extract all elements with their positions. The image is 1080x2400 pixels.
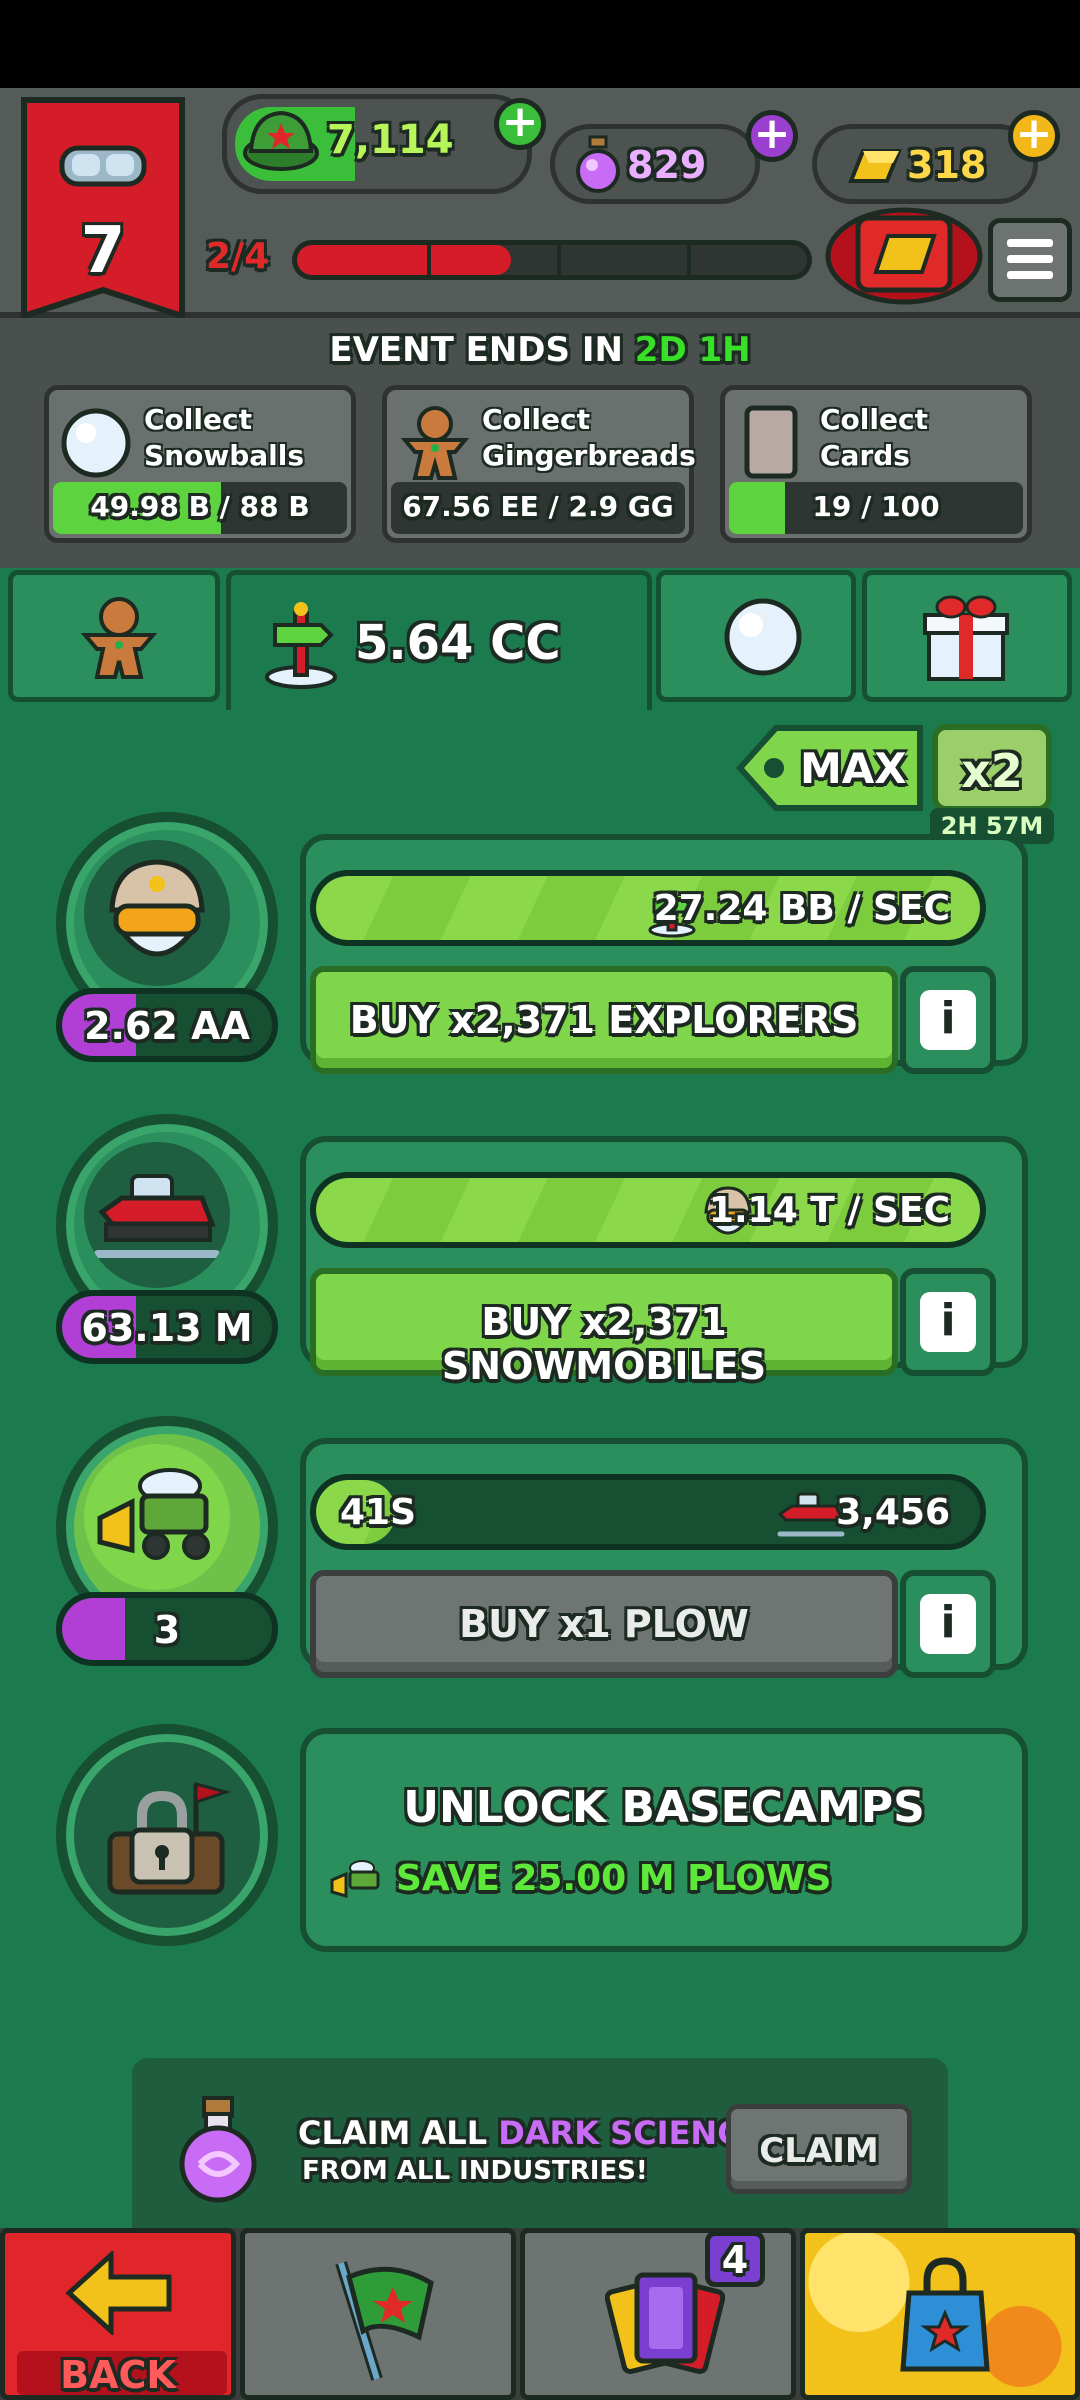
status-bar xyxy=(0,0,1080,88)
nav-flag-button[interactable] xyxy=(240,2228,516,2400)
gift-icon xyxy=(921,591,1011,683)
plow-progress-bar: 41S 3,456 xyxy=(310,1474,986,1550)
claim-banner: CLAIM ALL DARK SCIENCE FROM ALL INDUSTRI… xyxy=(132,2058,948,2228)
shopping-bag-icon xyxy=(897,2255,993,2375)
snowmobile-icon xyxy=(92,1162,222,1272)
plow-truck-icon xyxy=(92,1462,222,1572)
army-hat-icon xyxy=(241,105,321,175)
explorer-icon xyxy=(94,850,220,976)
add-green-currency-button[interactable]: + xyxy=(494,98,546,150)
signpost-icon xyxy=(261,599,341,689)
plow-timer: 41S xyxy=(340,1492,417,1533)
purple-currency[interactable]: 829 xyxy=(550,124,760,204)
gold-bar-icon xyxy=(847,141,903,191)
gold-currency-value: 318 xyxy=(907,143,987,187)
quest-card-cards[interactable]: Collect Cards 19 / 100 xyxy=(720,385,1032,543)
claim-text-line1: CLAIM ALL DARK SCIENCE xyxy=(298,2114,763,2152)
back-button[interactable]: BACK xyxy=(0,2228,236,2400)
snowmobiles-info-button[interactable]: i xyxy=(900,1268,996,1376)
plow-truck-icon xyxy=(330,1858,384,1902)
gingerbread-icon xyxy=(79,595,159,683)
purple-currency-value: 829 xyxy=(627,143,707,187)
buy-explorers-button[interactable]: BUY x2,371 EXPLORERS xyxy=(310,966,898,1074)
goggles-icon xyxy=(58,134,148,194)
max-buy-button[interactable]: MAX xyxy=(735,722,924,814)
level-badge[interactable]: 7 xyxy=(18,94,188,324)
level-number: 7 xyxy=(80,214,126,288)
plow-info-button[interactable]: i xyxy=(900,1570,996,1678)
quest-card-snowballs[interactable]: Collect Snowballs 49.98 B / 88 B xyxy=(44,385,356,543)
gold-currency[interactable]: 318 xyxy=(812,124,1038,204)
resource-value: 5.64 CC xyxy=(355,615,561,671)
gold-reward-button[interactable] xyxy=(824,200,984,306)
info-icon: i xyxy=(920,1292,976,1352)
card-icon xyxy=(743,404,799,480)
arrow-left-icon xyxy=(65,2249,175,2337)
explorer-rate-bar: 27.24 BB / SEC xyxy=(310,870,986,946)
gingerbread-icon xyxy=(399,404,471,484)
nav-shop-button[interactable] xyxy=(800,2228,1080,2400)
explorer-count: 2.62 AA xyxy=(56,988,278,1062)
snowball-icon xyxy=(59,406,133,480)
flag-icon xyxy=(321,2253,441,2385)
buy-snowmobiles-button[interactable]: BUY x2,371 SNOWMOBILES xyxy=(310,1268,898,1388)
quest-progress-bar: 49.98 B / 88 B xyxy=(53,482,347,534)
snowmobile-count: 63.13 M xyxy=(56,1290,278,1364)
basecamp-locked-avatar[interactable] xyxy=(56,1724,278,1946)
menu-button[interactable] xyxy=(988,218,1072,302)
green-currency-value: 7,114 xyxy=(327,117,454,163)
tab-snowball[interactable] xyxy=(656,570,856,702)
basecamp-title: UNLOCK BASECAMPS xyxy=(403,1782,925,1833)
add-gold-currency-button[interactable]: + xyxy=(1008,110,1060,162)
info-icon: i xyxy=(920,1594,976,1654)
potion-icon xyxy=(575,135,621,195)
event-timer: EVENT ENDS IN 2D 1H xyxy=(329,330,751,370)
lock-icon xyxy=(96,1774,236,1904)
back-label: BACK xyxy=(60,2353,176,2397)
quest-progress-bar: 67.56 EE / 2.9 GG xyxy=(391,482,685,534)
tab-resource-active[interactable]: 5.64 CC xyxy=(226,570,652,710)
level-progress-bar xyxy=(292,240,812,280)
explorers-info-button[interactable]: i xyxy=(900,966,996,1074)
quest-progress-bar: 19 / 100 xyxy=(729,482,1023,534)
level-progress-text: 2/4 xyxy=(206,236,270,277)
basecamp-requirement: SAVE 25.00 M PLOWS xyxy=(396,1858,832,1899)
info-icon: i xyxy=(920,990,976,1050)
snowball-icon xyxy=(721,595,805,679)
tab-gingerbread[interactable] xyxy=(8,570,220,702)
green-currency[interactable]: 7,114 xyxy=(222,94,532,194)
plow-count: 3 xyxy=(56,1592,278,1666)
claim-button[interactable]: CLAIM xyxy=(726,2104,912,2194)
add-purple-currency-button[interactable]: + xyxy=(746,110,798,162)
buy-plow-button[interactable]: BUY x1 PLOW xyxy=(310,1570,898,1678)
dark-science-potion-icon xyxy=(176,2094,260,2204)
tab-gift[interactable] xyxy=(862,570,1072,702)
quest-card-gingerbreads[interactable]: Collect Gingerbreads 67.56 EE / 2.9 GG xyxy=(382,385,696,543)
boost-x2-button[interactable]: x2 xyxy=(932,724,1052,812)
basecamp-card: UNLOCK BASECAMPS SAVE 25.00 M PLOWS xyxy=(300,1728,1028,1952)
nav-cards-button[interactable]: 4 xyxy=(520,2228,796,2400)
claim-text-line2: FROM ALL INDUSTRIES! xyxy=(302,2156,648,2186)
snowmobile-rate-bar: 1.14 T / SEC xyxy=(310,1172,986,1248)
cards-badge: 4 xyxy=(705,2231,765,2287)
